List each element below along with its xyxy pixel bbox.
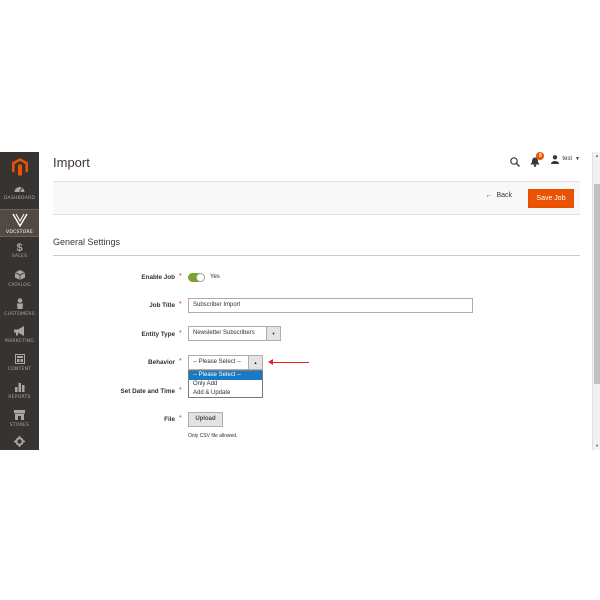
required-marker: * <box>179 415 182 422</box>
job-title-label: Job Title <box>149 302 175 309</box>
sidebar-item-marketing[interactable]: MARKETING <box>0 326 39 348</box>
sidebar-item-reports[interactable]: REPORTS <box>0 382 39 404</box>
page-title: Import <box>53 155 90 170</box>
behavior-option[interactable]: Only Add <box>189 380 262 389</box>
enable-job-value: Yes <box>210 274 220 280</box>
notification-count-badge: 8 <box>536 152 545 160</box>
behavior-dropdown-list: -- Please Select -- Only Add Add & Updat… <box>188 370 263 398</box>
bar-chart-icon <box>0 382 39 395</box>
enable-job-toggle[interactable] <box>188 273 205 282</box>
screenshot: DASHBOARD VDCSTORE $ SALES CATALOG CUSTO… <box>0 152 600 450</box>
page-actions-bar: ← Back Save Job <box>53 181 580 215</box>
behavior-option[interactable]: -- Please Select -- <box>189 371 262 380</box>
enable-job-label: Enable Job <box>141 274 175 281</box>
person-icon <box>0 298 39 312</box>
sidebar-item-system[interactable] <box>0 436 39 450</box>
notifications-bell[interactable]: 8 <box>530 152 545 167</box>
behavior-label: Behavior <box>148 359 175 366</box>
toggle-knob <box>196 273 205 282</box>
user-name: test <box>562 156 573 162</box>
entity-type-value: Newsletter Subscribers <box>193 330 255 336</box>
sidebar-item-dashboard[interactable]: DASHBOARD <box>0 184 39 206</box>
header-actions: 8 test ▼ <box>510 152 580 167</box>
caret-down-icon: ▼ <box>575 156 580 162</box>
gear-icon <box>0 436 39 450</box>
cube-icon <box>0 270 39 283</box>
sidebar-item-label: CATALOG <box>8 283 31 288</box>
search-icon[interactable] <box>510 154 521 167</box>
megaphone-icon <box>0 326 39 339</box>
sidebar-item-label: VDCSTORE <box>6 230 33 235</box>
user-menu[interactable]: test ▼ <box>551 154 580 164</box>
sidebar-item-label: STORES <box>9 423 30 428</box>
file-label: File <box>164 416 175 423</box>
back-button[interactable]: ← Back <box>485 192 512 199</box>
caret-up-icon: ▲ <box>248 356 262 369</box>
entity-type-label: Entity Type <box>141 331 175 338</box>
dollar-icon: $ <box>16 242 23 254</box>
sidebar-item-label: MARKETING <box>4 339 35 344</box>
behavior-select[interactable]: -- Please Select -- ▲ <box>188 355 263 370</box>
save-job-button[interactable]: Save Job <box>528 189 574 208</box>
required-marker: * <box>179 273 182 280</box>
set-date-time-label: Set Date and Time <box>120 388 175 395</box>
section-title: General Settings <box>53 237 121 247</box>
magento-logo[interactable] <box>0 152 39 182</box>
file-note: Only CSV file allowed. <box>188 433 238 439</box>
required-marker: * <box>179 358 182 365</box>
admin-sidebar: DASHBOARD VDCSTORE $ SALES CATALOG CUSTO… <box>0 152 39 450</box>
behavior-option[interactable]: Add & Update <box>189 389 262 398</box>
sidebar-item-content[interactable]: CONTENT <box>0 354 39 376</box>
sidebar-item-sales[interactable]: $ SALES <box>0 242 39 264</box>
sidebar-item-catalog[interactable]: CATALOG <box>0 270 39 292</box>
annotation-arrow-line <box>272 362 309 363</box>
sidebar-item-stores[interactable]: STORES <box>0 410 39 432</box>
sidebar-item-label: DASHBOARD <box>3 196 36 201</box>
back-button-label: Back <box>496 192 512 199</box>
behavior-value: -- Please Select -- <box>193 359 242 365</box>
job-title-input[interactable]: Subscriber Import <box>188 298 473 313</box>
sidebar-item-label: REPORTS <box>8 395 31 400</box>
main-content: Import 8 test ▼ ← Back Save Job General … <box>39 152 592 450</box>
scrollbar-thumb[interactable] <box>594 184 600 384</box>
caret-down-icon: ▼ <box>266 327 280 340</box>
scroll-down-arrow-icon[interactable]: ▼ <box>594 443 600 449</box>
page-scrollbar[interactable]: ▲ ▼ <box>592 152 600 450</box>
required-marker: * <box>179 387 182 394</box>
content-icon <box>0 354 39 367</box>
entity-type-select[interactable]: Newsletter Subscribers ▼ <box>188 326 281 341</box>
sidebar-item-label: CUSTOMERS <box>4 312 35 317</box>
sidebar-item-vdcstore[interactable]: VDCSTORE <box>0 209 39 237</box>
required-marker: * <box>179 301 182 308</box>
magento-logo-icon <box>11 158 28 176</box>
arrow-left-icon: ← <box>485 192 493 199</box>
scroll-up-arrow-icon[interactable]: ▲ <box>594 153 600 159</box>
sidebar-item-label: SALES <box>11 254 28 259</box>
sidebar-item-label: CONTENT <box>7 367 32 372</box>
dashboard-icon <box>0 184 39 196</box>
section-divider <box>53 255 580 256</box>
user-icon <box>551 154 560 164</box>
store-icon <box>0 410 39 423</box>
upload-button[interactable]: Upload <box>188 412 223 427</box>
required-marker: * <box>179 330 182 337</box>
sidebar-item-customers[interactable]: CUSTOMERS <box>0 298 39 320</box>
vdcstore-logo-icon <box>0 213 39 230</box>
